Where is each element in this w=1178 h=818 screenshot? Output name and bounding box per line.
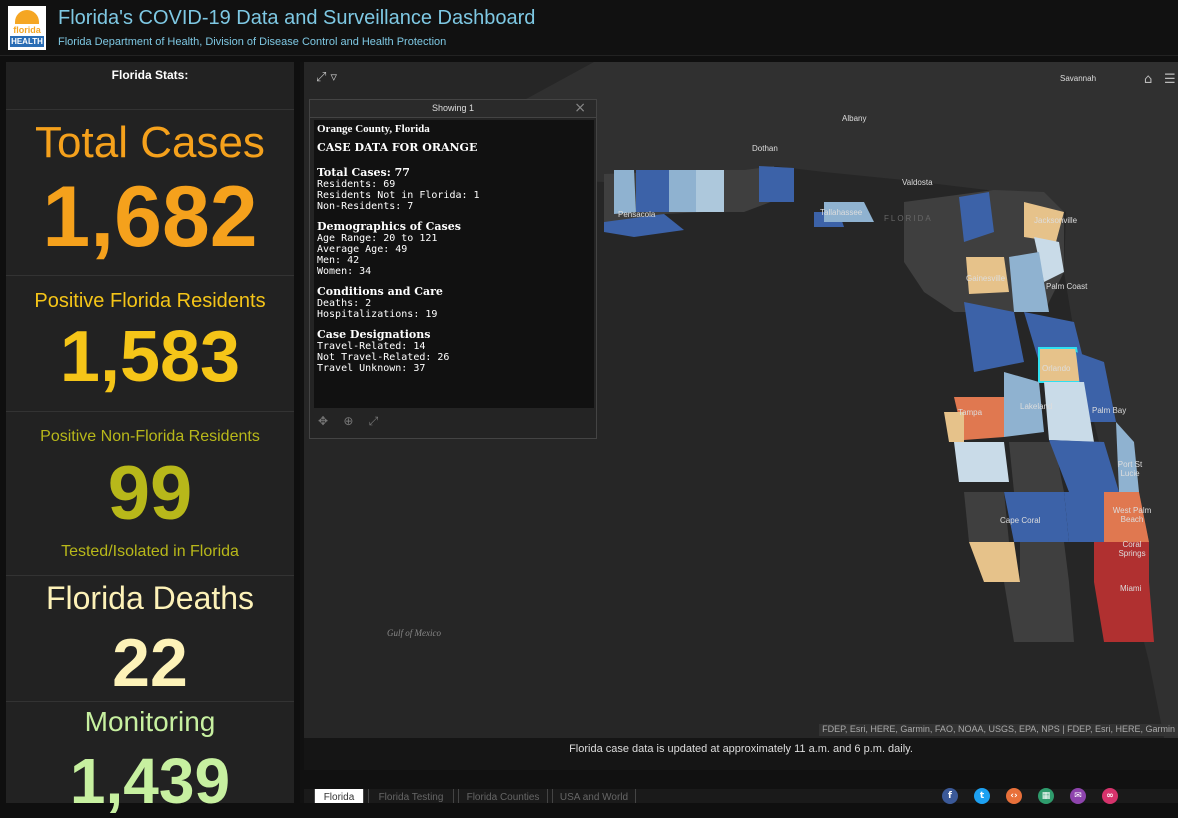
section-line: Age Range: 20 to 121 (317, 233, 438, 244)
section-line: Travel-Related: 14 (317, 341, 426, 352)
city-label: Cape Coral (1000, 516, 1041, 525)
section-heading: Total Cases: 77 (317, 166, 410, 179)
county-region[interactable] (964, 302, 1024, 372)
section-line: Residents: 69 (317, 179, 396, 190)
positive-nonresidents-value: 99 (107, 451, 193, 536)
county-region[interactable] (1004, 582, 1074, 642)
city-label: Albany (842, 114, 867, 123)
county-region[interactable] (954, 442, 1009, 482)
home-icon[interactable]: ⌂ (1144, 72, 1152, 87)
update-note: Florida case data is updated at approxim… (304, 738, 1178, 770)
county-region[interactable] (636, 170, 669, 212)
logo-text-bottom: HEALTH (10, 36, 44, 47)
section-line: Residents Not in Florida: 1 (317, 190, 480, 201)
total-cases-stat[interactable]: Total Cases 1,682 (6, 110, 294, 276)
deaths-label: Florida Deaths (45, 580, 255, 616)
city-label: Miami (1120, 584, 1142, 593)
logo-text-top: florida (13, 25, 41, 35)
deaths-value: 22 (112, 625, 188, 701)
total-cases-label: Total Cases (35, 118, 265, 167)
twitter-icon[interactable]: t (974, 788, 990, 804)
stats-panel: Florida Stats: Total Cases 1,682 Positiv… (6, 62, 294, 817)
tab-florida-testing[interactable]: Florida Testing (368, 789, 454, 803)
positive-residents-stat[interactable]: Positive Florida Residents 1,583 (6, 276, 294, 412)
deaths-stat[interactable]: Florida Deaths 22 (6, 576, 294, 702)
select-tool-icon[interactable]: ⤢ ▿ (316, 70, 337, 85)
city-label: Gainesville (966, 274, 1006, 283)
positive-residents-label: Positive Florida Residents (34, 290, 266, 312)
section-line: Travel Unknown: 37 (317, 363, 426, 374)
section-line: Men: 42 (317, 255, 360, 266)
city-label: Lakeland (1020, 402, 1053, 411)
city-label: Coral Springs (1118, 540, 1146, 558)
popup-header: Showing 1 × (310, 100, 596, 118)
section-line: Non-Residents: 7 (317, 201, 414, 212)
monitoring-label: Monitoring (84, 706, 216, 737)
monitoring-stat[interactable]: Monitoring 1,439 (6, 702, 294, 817)
county-region[interactable] (696, 170, 724, 212)
map-attribution: FDEP, Esri, HERE, Garmin, FAO, NOAA, USG… (819, 724, 1178, 736)
section-line: Average Age: 49 (317, 244, 408, 255)
section-line: Not Travel-Related: 26 (317, 352, 450, 363)
positive-nonresidents-stat[interactable]: Positive Non-Florida Residents 99 Tested… (6, 412, 294, 576)
city-label: Port St Lucie (1117, 460, 1143, 478)
section-heading: Case Designations (317, 328, 431, 341)
county-region[interactable] (969, 542, 1020, 582)
city-label: Savannah (1060, 74, 1097, 83)
select-icon[interactable]: ⤢ (369, 414, 379, 428)
popup-footer: ✥ ⊕ ⤢ (318, 414, 378, 429)
section-line: Hospitalizations: 19 (317, 309, 438, 320)
layer-list-icon[interactable]: ☰ (1164, 72, 1176, 87)
city-label: West Palm Beach (1112, 506, 1152, 524)
city-label: Palm Bay (1092, 406, 1127, 415)
county-region[interactable] (614, 170, 636, 214)
tab-florida[interactable]: Florida (314, 789, 364, 803)
total-cases-value: 1,682 (42, 169, 258, 265)
city-label: Dothan (752, 144, 778, 153)
section-heading: Conditions and Care (317, 285, 443, 298)
section-line: Deaths: 2 (317, 298, 372, 309)
popup-content: Orange County, Florida CASE DATA FOR ORA… (314, 120, 594, 408)
stats-heading: Florida Stats: (6, 62, 294, 110)
positive-nonresidents-label: Positive Non-Florida Residents (40, 428, 260, 445)
county-region[interactable] (1020, 542, 1069, 582)
county-region[interactable] (669, 170, 696, 212)
zoom-to-icon[interactable]: ⊕ (343, 414, 353, 428)
pan-icon[interactable]: ✥ (318, 414, 328, 428)
close-icon[interactable]: × (574, 100, 586, 116)
link-icon[interactable]: ∞ (1102, 788, 1118, 804)
email-icon[interactable]: ✉ (1070, 788, 1086, 804)
positive-nonresidents-sub: Tested/Isolated in Florida (61, 543, 239, 560)
city-label: Valdosta (902, 178, 933, 187)
city-label: Tallahassee (820, 208, 863, 217)
section-heading: Demographics of Cases (317, 220, 461, 233)
embed-icon[interactable]: ‹› (1006, 788, 1022, 804)
page-title: Florida's COVID-19 Data and Surveillance… (58, 7, 536, 29)
city-label: Palm Coast (1046, 282, 1088, 291)
city-label: Jacksonville (1034, 216, 1078, 225)
city-label: Pensacola (618, 210, 656, 219)
state-label: FLORIDA (884, 214, 933, 223)
water-label: Gulf of Mexico (387, 628, 441, 638)
app-header: florida HEALTH Florida's COVID-19 Data a… (0, 0, 1178, 56)
section-line: Women: 34 (317, 266, 372, 277)
page-subtitle: Florida Department of Health, Division o… (58, 36, 447, 48)
popup-title: Orange County, Florida (317, 123, 430, 135)
city-label: Tampa (958, 408, 983, 417)
tab-florida-counties[interactable]: Florida Counties (458, 789, 548, 803)
county-popup: Showing 1 × Orange County, Florida CASE … (309, 99, 597, 439)
county-region[interactable] (1064, 492, 1104, 542)
city-label: Orlando (1042, 364, 1071, 373)
monitoring-value: 1,439 (69, 745, 231, 817)
popup-showing: Showing 1 (431, 103, 475, 113)
qr-icon[interactable]: ▦ (1038, 788, 1054, 804)
popup-heading: CASE DATA FOR ORANGE (317, 141, 478, 154)
tab-usa-world[interactable]: USA and World (552, 789, 636, 803)
county-region[interactable] (759, 166, 794, 202)
florida-health-logo: florida HEALTH (8, 6, 46, 50)
sun-icon (15, 10, 39, 24)
positive-residents-value: 1,583 (59, 317, 241, 397)
facebook-icon[interactable]: f (942, 788, 958, 804)
